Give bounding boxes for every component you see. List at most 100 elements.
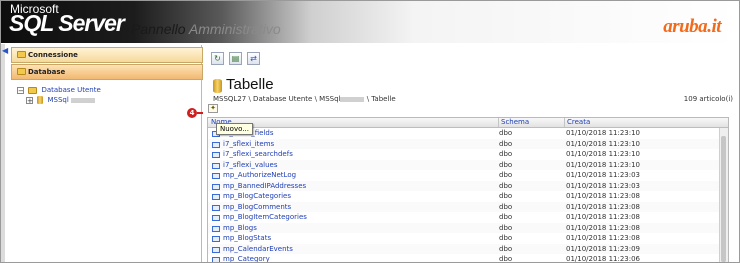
- grid-rows: i7_sflexi_fieldsdbo01/10/2018 11:23:10i7…: [208, 128, 719, 263]
- table-icon: [212, 246, 220, 253]
- tables-icon: [213, 79, 222, 93]
- brand-tld: .it: [707, 16, 721, 37]
- table-icon: [212, 236, 220, 242]
- table-row[interactable]: mp_Category dbo 01/10/2018 11:23:06: [208, 254, 719, 263]
- table-row[interactable]: mp_CalendarEvents dbo 01/10/2018 11:23:09: [208, 243, 719, 255]
- left-edge-bar: [1, 44, 5, 262]
- expand-icon[interactable]: −: [17, 86, 24, 94]
- table-row[interactable]: mp_Blogs dbo 01/10/2018 11:23:08: [208, 222, 719, 234]
- table-name-link[interactable]: mp_BlogItemCategories: [223, 212, 307, 223]
- panel-title-part2: Amministrativo: [188, 21, 281, 37]
- item-count: 109 articolo(i): [683, 95, 733, 103]
- sync-icon: ⇄: [250, 54, 257, 63]
- table-schema: dbo: [499, 234, 513, 242]
- table-name-link[interactable]: mp_BlogStats: [223, 233, 271, 244]
- table-name-link[interactable]: i7_sflexi_searchdefs: [223, 149, 293, 160]
- table-schema: dbo: [499, 139, 513, 148]
- breadcrumb-current: \ Tabelle: [366, 95, 396, 103]
- table-schema: dbo: [499, 192, 513, 200]
- document-button[interactable]: ▤: [229, 52, 242, 65]
- table-created: 01/10/2018 11:23:08: [566, 202, 641, 211]
- table-name-link[interactable]: mp_BlogComments: [223, 202, 291, 213]
- table-icon: [212, 152, 220, 158]
- table-schema: dbo: [499, 171, 513, 179]
- folder-icon: [17, 51, 26, 58]
- table-created: 01/10/2018 11:23:10: [566, 139, 641, 148]
- table-created: 01/10/2018 11:23:08: [566, 223, 641, 232]
- table-row[interactable]: i7_sflexi_values dbo 01/10/2018 11:23:10: [208, 159, 719, 171]
- table-created: 01/10/2018 11:23:03: [566, 181, 641, 190]
- page-title: Tabelle: [226, 76, 274, 93]
- table-created: 01/10/2018 11:23:09: [566, 244, 641, 253]
- table-row[interactable]: mp_AuthorizeNetLog dbo 01/10/2018 11:23:03: [208, 170, 719, 181]
- panel-database[interactable]: Database: [11, 64, 203, 80]
- table-name-link[interactable]: mp_Category: [223, 254, 270, 262]
- table-created: 01/10/2018 11:23:08: [566, 234, 641, 242]
- table-schema: dbo: [499, 244, 513, 253]
- annotation-arrow: [197, 112, 203, 114]
- table-icon: [212, 215, 220, 221]
- grid-header: Nome Schema Creata: [208, 118, 728, 128]
- table-name-link[interactable]: mp_AuthorizeNetLog: [223, 170, 296, 181]
- table-name-link[interactable]: mp_Blogs: [223, 223, 257, 234]
- table-icon: [212, 225, 220, 232]
- breadcrumb: MSSQL27 \ Database Utente \ MSSql \ Tabe…: [213, 95, 396, 103]
- table-schema: dbo: [499, 202, 513, 211]
- redacted-block: [71, 97, 96, 103]
- tree-label-mssql[interactable]: MSSql: [47, 96, 68, 104]
- new-tooltip: Nuovo...: [216, 123, 253, 135]
- table-row[interactable]: i7_sflexi_searchdefs dbo 01/10/2018 11:23:…: [208, 149, 719, 160]
- table-row[interactable]: i7_sflexi_fieldsdbo01/10/2018 11:23:10: [208, 128, 719, 139]
- table-row[interactable]: mp_BlogStats dbo 01/10/2018 11:23:08: [208, 233, 719, 244]
- table-created: 01/10/2018 11:23:03: [566, 171, 641, 179]
- folder-icon: [28, 86, 38, 94]
- sync-button[interactable]: ⇄: [247, 52, 260, 65]
- tables-grid: Nome Schema Creata i7_sflexi_fieldsdbo01…: [207, 117, 729, 263]
- table-icon: [212, 194, 220, 200]
- panel-title-part1: Pannello: [131, 21, 186, 37]
- table-schema: dbo: [499, 213, 513, 221]
- table-schema: dbo: [499, 150, 513, 158]
- table-icon: [212, 257, 220, 262]
- database-tree: − Database Utente + MSSql: [17, 85, 101, 105]
- tree-item-mssql[interactable]: + MSSql: [17, 95, 101, 105]
- brand-name: aruba: [663, 16, 708, 37]
- table-created: 01/10/2018 11:23:06: [566, 255, 641, 263]
- panel-connessione[interactable]: Connessione: [11, 47, 203, 63]
- table-row[interactable]: mp_BlogComments dbo 01/10/2018 11:23:08: [208, 201, 719, 213]
- tree-label-database-utente[interactable]: Database Utente: [41, 86, 100, 94]
- table-name-link[interactable]: i7_sflexi_values: [223, 160, 278, 171]
- folder-icon: [17, 68, 26, 75]
- table-name-link[interactable]: mp_BlogCategories: [223, 191, 291, 202]
- vertical-scrollbar[interactable]: [719, 128, 728, 262]
- table-row[interactable]: mp_BlogCategories dbo 01/10/2018 11:23:08: [208, 191, 719, 202]
- table-icon: [212, 141, 220, 148]
- refresh-button[interactable]: ↻: [211, 52, 224, 65]
- table-icon: [212, 204, 220, 211]
- table-row[interactable]: mp_BlogItemCategories dbo 01/10/2018 11:23…: [208, 212, 719, 223]
- scrollbar-thumb[interactable]: [721, 136, 726, 262]
- breadcrumb-path: MSSQL27 \ Database Utente \ MSSql: [213, 95, 341, 103]
- table-schema: dbo: [499, 223, 513, 232]
- table-name-link[interactable]: mp_BannedIPAddresses: [223, 181, 306, 192]
- header-bar: Microsoft SQL Server Pannello Amministra…: [1, 1, 739, 43]
- tree-item-database-utente[interactable]: − Database Utente: [17, 85, 101, 95]
- table-name-link[interactable]: mp_CalendarEvents: [223, 244, 293, 255]
- collapse-sidebar-icon[interactable]: ◀: [2, 47, 10, 55]
- column-header-schema[interactable]: Schema: [498, 118, 529, 127]
- table-created: 01/10/2018 11:23:08: [566, 213, 641, 221]
- table-schema: dbo: [499, 255, 513, 263]
- expand-icon[interactable]: +: [26, 96, 33, 104]
- table-name-link[interactable]: i7_sflexi_items: [223, 139, 274, 150]
- new-table-button[interactable]: ✦: [208, 104, 218, 113]
- new-item-icon: ✦: [210, 104, 216, 112]
- column-header-created[interactable]: Creata: [564, 118, 590, 127]
- refresh-icon: ↻: [214, 54, 221, 63]
- table-schema: dbo: [499, 129, 513, 137]
- table-created: 01/10/2018 11:23:10: [566, 150, 641, 158]
- panel-connessione-label: Connessione: [28, 51, 78, 59]
- table-row[interactable]: i7_sflexi_items dbo 01/10/2018 11:23:10: [208, 138, 719, 150]
- sidebar: Connessione Database − Database Utente +…: [11, 45, 203, 262]
- panel-database-label: Database: [28, 68, 66, 76]
- table-row[interactable]: mp_BannedIPAddresses dbo 01/10/2018 11:23:…: [208, 180, 719, 192]
